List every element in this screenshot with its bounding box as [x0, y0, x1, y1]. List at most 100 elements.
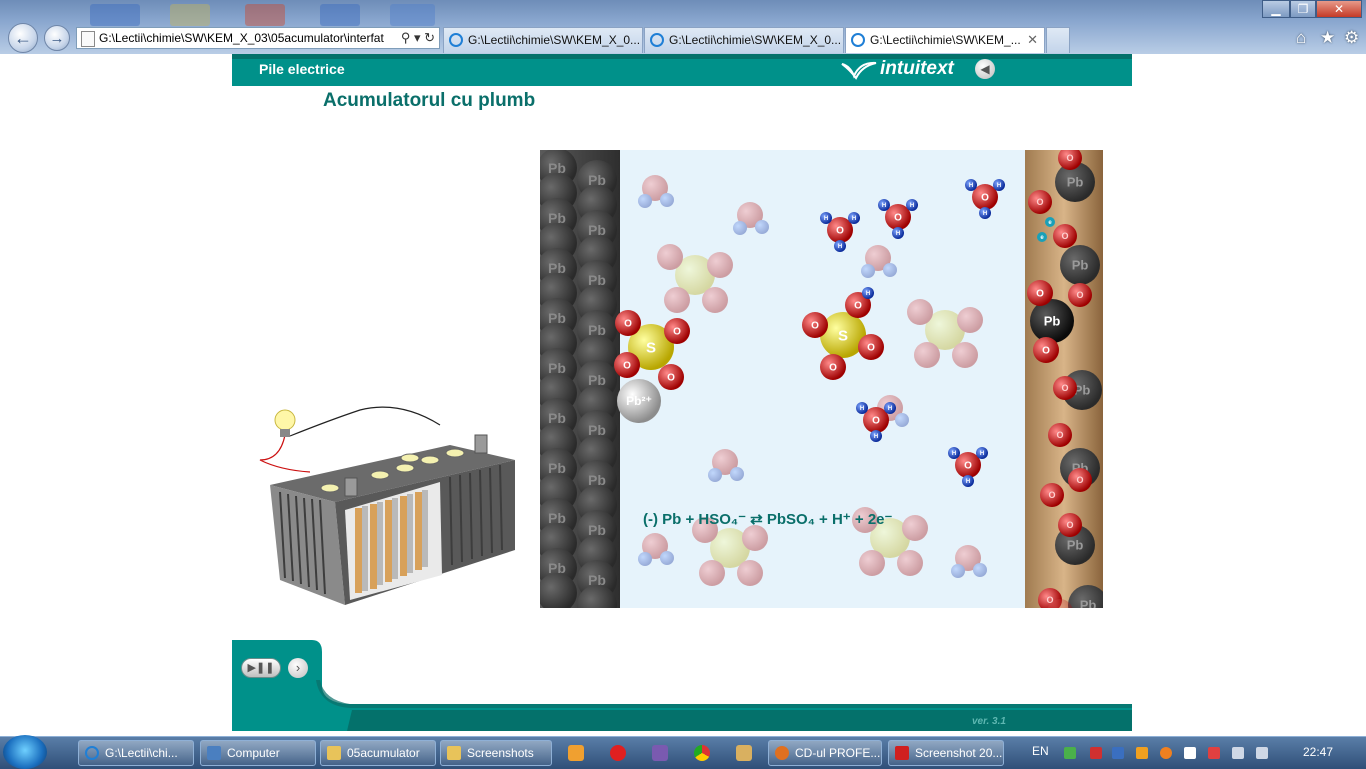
water-hydrogen — [951, 564, 965, 578]
tray-network-icon[interactable] — [1064, 747, 1076, 759]
svg-text:O: O — [854, 301, 862, 312]
svg-text:Pb: Pb — [1080, 598, 1097, 608]
taskbar-item-firefox[interactable]: CD-ul PROFE... — [768, 740, 882, 766]
water-hydrogen — [730, 467, 744, 481]
svg-text:H: H — [882, 203, 886, 209]
visual-studio-icon[interactable] — [652, 745, 668, 761]
maximize-button[interactable]: ❐ — [1290, 0, 1316, 18]
next-arrow-button[interactable]: › — [288, 658, 308, 678]
svg-text:H: H — [824, 216, 828, 222]
svg-text:O: O — [1076, 290, 1083, 300]
new-tab-button[interactable] — [1046, 27, 1070, 53]
tools-icon[interactable] — [736, 745, 752, 761]
tray-security-icon[interactable] — [1208, 747, 1220, 759]
back-arrow-icon[interactable]: ◀ — [975, 59, 995, 79]
flag-icon[interactable] — [1184, 747, 1196, 759]
svg-text:O: O — [811, 321, 819, 332]
svg-text:H: H — [983, 211, 987, 217]
svg-text:H: H — [966, 479, 970, 485]
oxygen-atom: O — [658, 364, 684, 390]
svg-text:H: H — [980, 451, 984, 457]
hydrogen-atom: H — [962, 475, 974, 487]
tab-1[interactable]: G:\Lectii\chimie\SW\KEM_X_0... — [443, 27, 643, 53]
close-tab-icon[interactable]: ✕ — [1027, 28, 1038, 52]
svg-text:H: H — [952, 451, 956, 457]
tray-pdf-icon[interactable] — [1090, 747, 1102, 759]
oxygen-atom: O — [1058, 513, 1082, 537]
tray-app-icon[interactable] — [1112, 747, 1124, 759]
desktop-icon-blur — [320, 4, 360, 26]
play-pause-button[interactable]: ▶❚❚ — [241, 658, 281, 678]
taskbar-label: CD-ul PROFE... — [795, 746, 881, 760]
brand-name: intuitext — [880, 58, 954, 79]
water-hydrogen — [755, 220, 769, 234]
taskbar-item-computer[interactable]: Computer — [200, 740, 316, 766]
tab-label: G:\Lectii\chimie\SW\KEM_... — [870, 33, 1021, 47]
speaker-icon[interactable] — [1256, 747, 1268, 759]
folder-icon — [447, 746, 461, 760]
clock[interactable]: 22:47 — [1303, 745, 1333, 759]
language-indicator[interactable]: EN — [1032, 744, 1049, 758]
svg-text:O: O — [623, 361, 631, 372]
home-icon[interactable]: ⌂ — [1296, 28, 1306, 48]
svg-text:O: O — [1061, 383, 1068, 393]
close-window-button[interactable]: ✕ — [1316, 0, 1362, 18]
snipping-icon — [895, 746, 909, 760]
lead-dioxide-atom: Pb — [1030, 299, 1074, 343]
svg-text:O: O — [964, 461, 972, 472]
page-icon — [81, 31, 95, 47]
firefox-icon — [775, 746, 789, 760]
oxygen-atom: O — [1068, 283, 1092, 307]
oxygen-atom — [737, 560, 763, 586]
version-label: ver. 3.1 — [972, 716, 1006, 727]
oxygen-atom — [859, 550, 885, 576]
oxygen-atom: O — [1033, 337, 1059, 363]
svg-text:O: O — [867, 343, 875, 354]
search-refresh-icons[interactable]: ⚲ ▾ ↻ — [401, 28, 435, 48]
svg-text:O: O — [1056, 430, 1063, 440]
folder-icon — [327, 746, 341, 760]
ie-icon — [85, 746, 99, 760]
tab-2[interactable]: G:\Lectii\chimie\SW\KEM_X_0... — [644, 27, 844, 53]
tray-display-icon[interactable] — [1232, 747, 1244, 759]
address-bar[interactable]: G:\Lectii\chimie\SW\KEM_X_03\05acumulato… — [76, 27, 440, 49]
address-text: G:\Lectii\chimie\SW\KEM_X_03\05acumulato… — [99, 31, 384, 45]
water-hydrogen — [708, 468, 722, 482]
oxygen-atom: O — [820, 354, 846, 380]
lead-acid-battery-illustration — [259, 406, 515, 605]
favorites-star-icon[interactable]: ★ — [1320, 28, 1335, 48]
svg-text:H: H — [852, 216, 856, 222]
oxygen-atom — [702, 287, 728, 313]
water-hydrogen — [733, 221, 747, 235]
svg-text:O: O — [836, 226, 844, 237]
oxygen-atom: O — [1040, 483, 1064, 507]
svg-text:H: H — [838, 244, 842, 250]
tray-avast-icon[interactable] — [1160, 747, 1172, 759]
gear-icon[interactable]: ⚙ — [1344, 28, 1359, 48]
ie-icon — [650, 33, 664, 47]
taskbar-item-browser[interactable]: G:\Lectii\chi... — [78, 740, 194, 766]
forward-button[interactable]: → — [44, 25, 70, 51]
minimize-button[interactable]: ▁ — [1262, 0, 1290, 18]
svg-text:O: O — [1036, 197, 1043, 207]
back-button[interactable]: ← — [8, 23, 38, 53]
tray-update-icon[interactable] — [1136, 747, 1148, 759]
taskbar-item-folder[interactable]: 05acumulator — [320, 740, 436, 766]
start-button[interactable] — [3, 735, 47, 769]
svg-text:O: O — [981, 193, 989, 204]
opera-icon[interactable] — [610, 745, 626, 761]
oxygen-atom — [914, 342, 940, 368]
taskbar-item-screenshot[interactable]: Screenshot 20... — [888, 740, 1004, 766]
media-player-icon[interactable] — [568, 745, 584, 761]
taskbar-item-screenshots[interactable]: Screenshots — [440, 740, 552, 766]
svg-text:O: O — [673, 327, 681, 338]
water-hydrogen — [660, 551, 674, 565]
desktop-icon-blur — [245, 4, 285, 26]
hydrogen-atom: H — [892, 227, 904, 239]
hydrogen-atom: H — [976, 447, 988, 459]
ie-icon — [851, 33, 865, 47]
tab-3-active[interactable]: G:\Lectii\chimie\SW\KEM_... ✕ — [845, 27, 1045, 53]
svg-text:O: O — [894, 213, 902, 224]
oxygen-atom — [664, 287, 690, 313]
chrome-icon[interactable] — [694, 745, 710, 761]
